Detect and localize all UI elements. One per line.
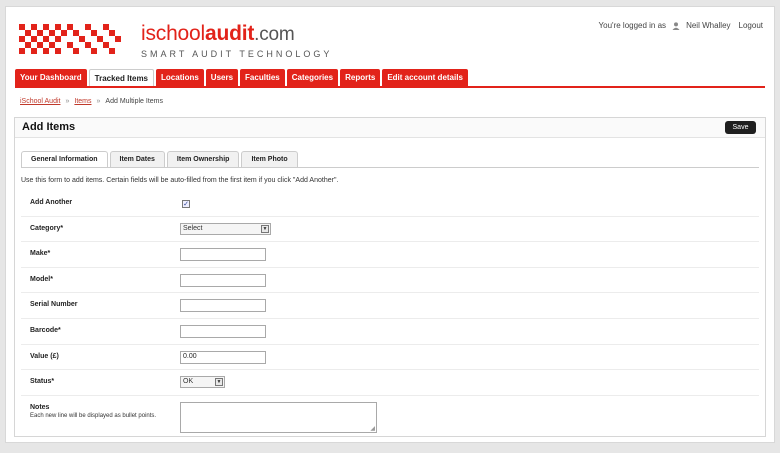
form-row-value: Value (£) 0.00 (21, 345, 759, 371)
brand-name-prefix: ischool (141, 22, 205, 45)
make-label: Make* (30, 250, 51, 258)
add-another-label: Add Another (30, 199, 73, 206)
panel-header: Add Items Save (15, 118, 765, 138)
save-button[interactable]: Save (725, 121, 756, 134)
brand-name-suffix: audit (204, 22, 255, 45)
breadcrumb-separator: » (65, 98, 70, 105)
form-row-add-another: Add Another ✓ (21, 191, 759, 217)
nav-tab-reports[interactable]: Reports (340, 69, 381, 86)
value-label: Value (£) (30, 352, 59, 360)
breadcrumb-current: Add Multiple Items (105, 98, 164, 105)
tabs-divider (21, 167, 759, 168)
breadcrumb: iSchool Audit » Items » Add Multiple Ite… (20, 98, 163, 105)
chevron-down-icon[interactable]: ▼ (215, 378, 223, 387)
nav-tab-users[interactable]: Users (205, 69, 239, 86)
notes-label: Notes Each new line will be displayed as… (30, 404, 156, 419)
page-title: Add Items (22, 121, 76, 133)
nav-tab-faculties[interactable]: Faculties (240, 69, 285, 86)
form-row-barcode: Barcode* (21, 319, 759, 345)
form-row-make: Make* (21, 242, 759, 268)
main-nav: Your Dashboard Tracked Items Locations User… (15, 69, 468, 87)
status-select[interactable]: OK ▼ (180, 376, 225, 389)
value-input[interactable]: 0.00 (180, 350, 266, 364)
barcode-input[interactable] (180, 324, 266, 338)
notes-textarea[interactable]: ◢ (180, 401, 377, 433)
nav-tab-categories[interactable]: Categories (286, 69, 339, 86)
add-another-checkbox[interactable]: ✓ (182, 200, 190, 208)
serial-number-label: Serial Number (30, 301, 78, 309)
form-row-status: Status* OK ▼ (21, 370, 759, 396)
form-tabs: General Information Item Dates Item Owners… (21, 151, 298, 168)
resize-grip-icon[interactable]: ◢ (370, 425, 375, 432)
form-intro-text: Use this form to add items. Certain fiel… (21, 177, 339, 184)
nav-underline (15, 86, 765, 88)
breadcrumb-separator: » (96, 98, 101, 105)
status-select-value: OK (183, 378, 194, 386)
tab-item-dates[interactable]: Item Dates (109, 151, 165, 167)
form-row-notes: Notes Each new line will be displayed as… (21, 396, 759, 436)
form-row-category: Category* Select ▼ (21, 217, 759, 243)
model-label: Model* (30, 275, 53, 283)
notes-label-text: Notes (30, 403, 50, 411)
user-bar: You're logged in as Neil Whalley Logout (599, 21, 763, 30)
nav-tab-edit-account-details[interactable]: Edit account details (382, 69, 468, 86)
logged-in-label: You're logged in as (598, 21, 667, 30)
brand-name: ischoolaudit.com (141, 21, 332, 48)
chevron-down-icon[interactable]: ▼ (261, 224, 269, 233)
add-items-panel: Add Items Save General Information Item D… (14, 117, 766, 437)
nav-tab-tracked-items[interactable]: Tracked Items (88, 69, 155, 87)
status-label: Status* (30, 378, 55, 386)
breadcrumb-items[interactable]: Items (74, 98, 91, 105)
tab-item-ownership[interactable]: Item Ownership (166, 151, 240, 167)
brand-name-domain: .com (254, 24, 295, 45)
make-input[interactable] (180, 248, 266, 262)
logo-mark (19, 24, 121, 54)
model-input[interactable] (180, 273, 266, 287)
tab-item-photo[interactable]: Item Photo (241, 151, 298, 167)
barcode-label: Barcode* (30, 326, 61, 334)
notes-help-text: Each new line will be displayed as bulle… (30, 412, 157, 419)
tab-general-information[interactable]: General Information (21, 151, 108, 168)
nav-tab-your-dashboard[interactable]: Your Dashboard (15, 69, 87, 86)
user-icon (672, 21, 680, 30)
item-form: Add Another ✓ Category* Select ▼ Make* M… (21, 191, 759, 436)
serial-number-input[interactable] (180, 299, 266, 313)
nav-tab-locations[interactable]: Locations (156, 69, 204, 86)
logout-link[interactable]: Logout (739, 21, 763, 30)
form-row-serial: Serial Number (21, 293, 759, 319)
breadcrumb-root[interactable]: iSchool Audit (20, 98, 60, 105)
brand-tagline: SMART AUDIT TECHNOLOGY (141, 49, 333, 59)
category-label: Category* (30, 224, 64, 232)
category-select[interactable]: Select ▼ (180, 222, 271, 235)
brand: ischoolaudit.com SMART AUDIT TECHNOLOGY (141, 21, 332, 59)
form-row-model: Model* (21, 268, 759, 294)
user-name-link[interactable]: Neil Whalley (686, 21, 730, 30)
category-select-value: Select (183, 224, 203, 232)
page-container: ischoolaudit.com SMART AUDIT TECHNOLOGY … (5, 6, 775, 443)
